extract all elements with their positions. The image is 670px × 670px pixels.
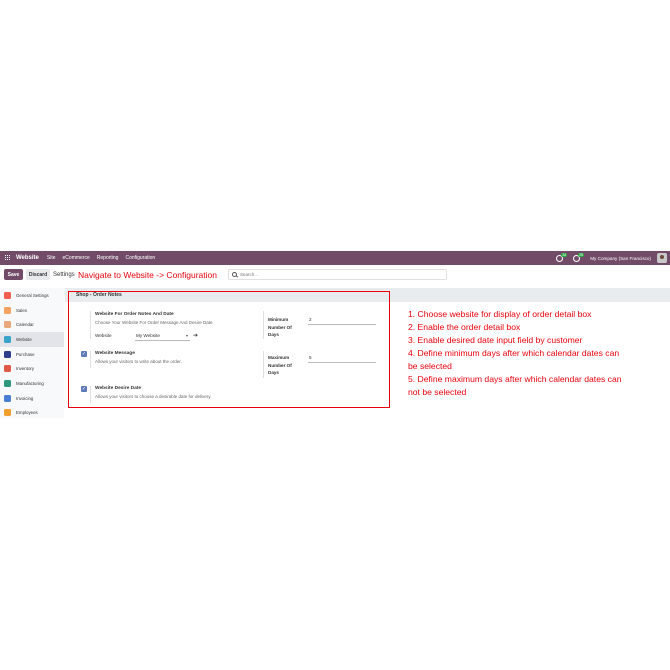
save-button[interactable]: Save (4, 269, 23, 280)
sidebar-item-label: Purchase (16, 351, 35, 357)
sidebar-item-label: Manufacturing (16, 380, 44, 386)
sidebar-item-inventory[interactable]: Inventory (0, 361, 64, 376)
settings-sidebar: General Settings Sales Calendar Website Purc… (0, 288, 64, 418)
sidebar-item-website[interactable]: Website (0, 332, 64, 347)
chat-badge: 34 (561, 252, 568, 257)
note-line: 2. Enable the order detail box (408, 322, 521, 332)
sidebar-item-label: Calendar (16, 322, 34, 328)
general-settings-icon (4, 291, 11, 299)
calendar-icon (4, 321, 11, 329)
sidebar-item-sales[interactable]: Sales (0, 303, 64, 318)
instruction-notes: 1. Choose website for display of order d… (408, 308, 628, 399)
menu-site[interactable]: Site (47, 255, 56, 261)
purchase-icon (4, 350, 11, 358)
apps-menu-icon[interactable] (5, 255, 11, 261)
website-icon (4, 335, 11, 343)
top-navbar: Website Site eCommerce Reporting Configu… (0, 251, 670, 265)
chat-icon[interactable]: 34 (556, 252, 568, 262)
sidebar-item-label: Employees (16, 410, 38, 416)
user-avatar[interactable] (657, 253, 667, 263)
activity-badge: 25 (578, 252, 585, 257)
sidebar-item-purchase[interactable]: Purchase (0, 347, 64, 362)
search-bar[interactable] (228, 269, 447, 280)
sidebar-item-label: General Settings (16, 292, 49, 298)
invoicing-icon (4, 394, 11, 402)
sidebar-item-label: Website (16, 336, 32, 342)
navigation-annotation: Navigate to Website -> Configuration (78, 270, 217, 280)
note-line: 5. Define maximum days after which calen… (408, 374, 622, 397)
control-panel: Save Discard Settings Navigate to Websit… (0, 266, 670, 286)
highlight-box (68, 291, 390, 408)
sidebar-item-invoicing[interactable]: Invoicing (0, 391, 64, 406)
discard-button[interactable]: Discard (26, 269, 50, 280)
employees-icon (4, 409, 11, 417)
activity-clock-icon[interactable]: 25 (573, 252, 585, 262)
breadcrumb: Settings (53, 271, 75, 278)
company-switcher[interactable]: My Company (San Francisco) (590, 256, 651, 261)
sidebar-item-label: Sales (16, 307, 27, 313)
note-line: 3. Enable desired date input field by cu… (408, 335, 583, 345)
manufacturing-icon (4, 379, 11, 387)
sidebar-item-manufacturing[interactable]: Manufacturing (0, 376, 64, 391)
menu-ecommerce[interactable]: eCommerce (63, 255, 90, 261)
sidebar-item-calendar[interactable]: Calendar (0, 317, 64, 332)
search-input[interactable] (240, 272, 420, 277)
inventory-icon (4, 365, 11, 373)
app-brand[interactable]: Website (16, 255, 39, 261)
note-line: 1. Choose website for display of order d… (408, 309, 592, 319)
sidebar-item-employees[interactable]: Employees (0, 406, 64, 419)
menu-reporting[interactable]: Reporting (97, 255, 119, 261)
sidebar-item-label: Inventory (16, 366, 35, 372)
search-icon (232, 272, 237, 277)
menu-configuration[interactable]: Configuration (125, 255, 155, 261)
sales-icon (4, 306, 11, 314)
note-line: 4. Define minimum days after which calen… (408, 348, 620, 371)
sidebar-item-label: Invoicing (16, 395, 34, 401)
sidebar-item-general-settings[interactable]: General Settings (0, 288, 64, 303)
